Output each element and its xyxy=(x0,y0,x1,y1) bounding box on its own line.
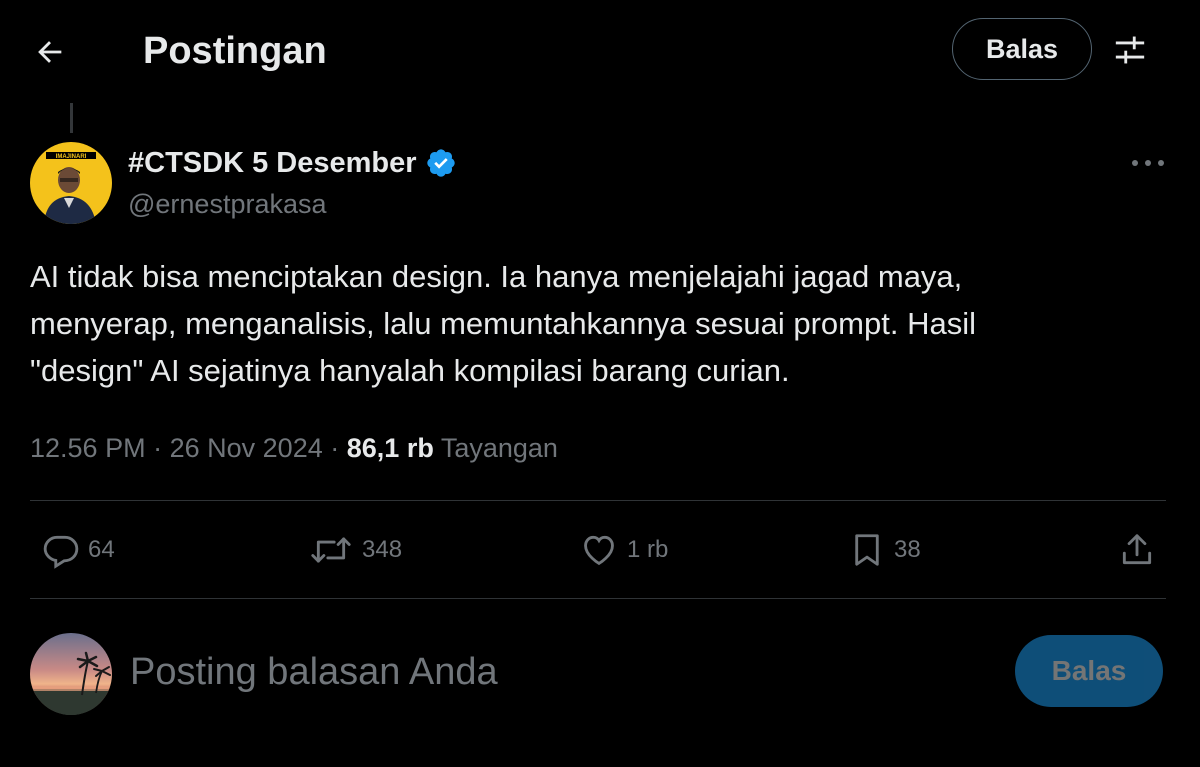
filter-button[interactable] xyxy=(1110,30,1150,70)
share-icon xyxy=(1122,534,1152,565)
post-text: AI tidak bisa menciptakan design. Ia han… xyxy=(30,253,1150,394)
verified-badge-icon xyxy=(425,147,457,179)
sliders-icon xyxy=(1115,36,1145,64)
reply-button[interactable]: Balas xyxy=(952,18,1092,80)
views-label: Tayangan xyxy=(440,433,558,463)
more-horizontal-icon xyxy=(1132,160,1164,166)
like-count: 1 rb xyxy=(627,536,669,563)
post-text-line: menyerap, menganalisis, lalu memuntahkan… xyxy=(30,306,976,341)
back-button[interactable] xyxy=(30,32,70,72)
views-count: 86,1 rb xyxy=(346,433,434,463)
like-action[interactable]: 1 rb xyxy=(579,528,668,572)
arrow-left-icon xyxy=(38,41,62,63)
meta-separator: · xyxy=(330,433,340,463)
header: Postingan Balas xyxy=(0,0,1200,100)
reply-submit-button[interactable]: Balas xyxy=(1015,635,1163,707)
comment-icon xyxy=(43,535,79,569)
author-avatar[interactable]: IMAJINARI xyxy=(30,142,112,224)
bookmark-count: 38 xyxy=(894,536,921,563)
post-text-line: "design" AI sejatinya hanyalah kompilasi… xyxy=(30,353,790,388)
divider xyxy=(30,500,1166,501)
page-title: Postingan xyxy=(143,30,327,72)
post-meta: 12.56 PM · 26 Nov 2024 · 86,1 rb Tayanga… xyxy=(30,430,558,466)
reply-action[interactable]: 64 xyxy=(42,528,115,572)
thread-connector xyxy=(70,103,73,133)
divider xyxy=(30,598,1166,599)
heart-icon xyxy=(584,535,614,566)
reply-count: 64 xyxy=(88,536,115,563)
author-handle[interactable]: @ernestprakasa xyxy=(128,188,327,220)
post-time[interactable]: 12.56 PM xyxy=(30,433,146,463)
post-text-line: AI tidak bisa menciptakan design. Ia han… xyxy=(30,259,963,294)
sunset-avatar-icon xyxy=(30,633,112,715)
author-name-row[interactable]: #CTSDK 5 Desember xyxy=(128,146,457,180)
bookmark-action[interactable]: 38 xyxy=(848,528,921,572)
repost-icon xyxy=(311,537,351,563)
reply-input[interactable] xyxy=(130,646,990,698)
user-avatar[interactable] xyxy=(30,633,112,715)
person-avatar-icon: IMAJINARI xyxy=(30,142,112,224)
more-options-button[interactable] xyxy=(1126,146,1170,180)
bookmark-icon xyxy=(855,534,879,566)
post-date[interactable]: 26 Nov 2024 xyxy=(170,433,323,463)
repost-action[interactable]: 348 xyxy=(308,528,402,572)
repost-count: 348 xyxy=(362,536,403,563)
share-action[interactable] xyxy=(1118,528,1156,572)
meta-separator: · xyxy=(153,433,163,463)
display-name[interactable]: #CTSDK 5 Desember xyxy=(128,146,417,180)
svg-text:IMAJINARI: IMAJINARI xyxy=(56,154,87,160)
